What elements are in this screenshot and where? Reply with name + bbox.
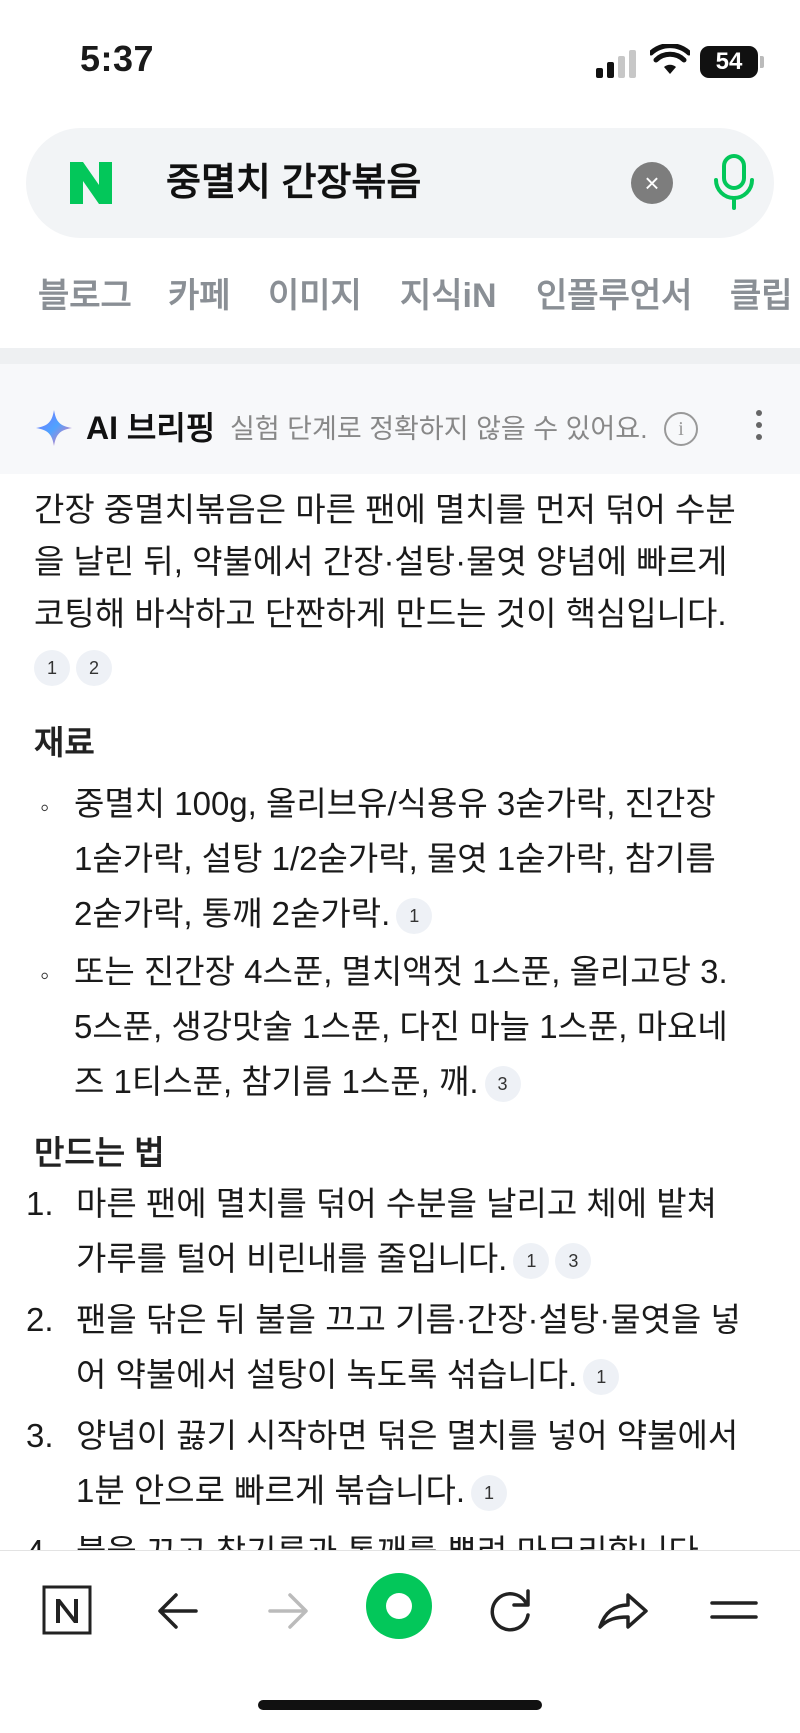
ingredient-line: 또는 진간장 4스푼, 멸치액젓 1스푼, 올리고당 3. [74, 953, 728, 990]
tab-clip[interactable]: 클립 [730, 268, 793, 317]
ingredient-line: 2숟가락, 통깨 2숟가락. 1 [74, 886, 774, 941]
info-icon[interactable]: i [664, 412, 698, 446]
search-bar[interactable]: 중멸치 간장볶음 × [26, 128, 774, 238]
summary-line: 코팅해 바삭하고 단짠하게 만드는 것이 핵심입니다. [34, 595, 727, 632]
tab-influencer[interactable]: 인플루언서 [536, 268, 692, 317]
citation-badge[interactable]: 1 [471, 1475, 507, 1512]
ai-sparkle-icon [36, 410, 72, 446]
citation-badge[interactable]: 1 [34, 650, 70, 686]
step-text: 1분 안으로 빠르게 볶습니다. [76, 1472, 465, 1509]
citation-badge[interactable]: 1 [396, 898, 433, 935]
step-line: 불을 끄고 참기름과 통깨를 뿌려 마무리합니다. [76, 1524, 776, 1550]
more-options-icon[interactable] [754, 410, 764, 444]
step-line: 양념이 끓기 시작하면 덖은 멸치를 넣어 약불에서 [76, 1417, 739, 1454]
step-line: 가루를 털어 비린내를 줄입니다. 1 3 [76, 1231, 776, 1286]
step-number: 3. [26, 1417, 54, 1454]
naver-logo-icon[interactable] [66, 158, 116, 208]
cellular-signal-icon [596, 48, 640, 78]
citation-badge[interactable]: 1 [583, 1359, 620, 1396]
ingredient-line: 1숟가락, 설탕 1/2숟가락, 물엿 1숟가락, 참기름 [74, 840, 716, 877]
search-query[interactable]: 중멸치 간장볶음 [166, 158, 421, 208]
step-number: 4. [26, 1524, 54, 1550]
bullet-icon: ◦ [40, 792, 50, 822]
summary-line: 을 날린 뒤, 약불에서 간장·설탕·물엿 양념에 빠르게 [34, 543, 728, 580]
wifi-icon [650, 44, 690, 74]
steps-heading: 만드는 법 [34, 1134, 165, 1171]
menu-icon[interactable] [704, 1579, 764, 1639]
home-indicator [258, 1700, 542, 1710]
ingredients-heading: 재료 [34, 724, 95, 761]
ingredient-line: 5스푼, 생강맛술 1스푼, 다진 마늘 1스푼, 마요네 [74, 1008, 728, 1045]
search-category-tabs: 블로그 카페 이미지 지식iN 인플루언서 클립 [0, 268, 800, 328]
citation-badge[interactable]: 1 [513, 1243, 550, 1280]
tab-knowledge-in[interactable]: 지식iN [400, 268, 497, 317]
tab-image[interactable]: 이미지 [268, 268, 362, 317]
ingredient-text: 즈 1티스푼, 참기름 1스푼, 깨. [74, 1063, 479, 1100]
step-line: 팬을 닦은 뒤 불을 끄고 기름·간장·설탕·물엿을 넣 [76, 1301, 741, 1338]
citation-badge[interactable]: 2 [76, 650, 112, 686]
ingredient-text: 2숟가락, 통깨 2숟가락. [74, 895, 391, 932]
ai-briefing-content: 간장 중멸치볶음은 마른 팬에 멸치를 먼저 덖어 수분 을 날린 뒤, 약불에… [0, 474, 800, 1550]
status-time: 5:37 [80, 38, 155, 79]
step-number: 1. [26, 1185, 54, 1222]
ai-briefing-header: AI 브리핑 실험 단계로 정확하지 않을 수 있어요. i [0, 364, 800, 474]
battery-icon: 54 [700, 46, 764, 78]
summary-line: 간장 중멸치볶음은 마른 팬에 멸치를 먼저 덖어 수분 [34, 491, 736, 528]
forward-arrow-icon[interactable] [258, 1579, 318, 1639]
bullet-icon: ◦ [40, 960, 50, 990]
green-dot-icon[interactable] [366, 1573, 432, 1639]
step-text: 가루를 털어 비린내를 줄입니다. [76, 1240, 508, 1277]
refresh-icon[interactable] [480, 1579, 540, 1639]
citation-badge[interactable]: 3 [484, 1066, 521, 1103]
citation-badge[interactable]: 3 [555, 1243, 592, 1280]
section-divider [0, 348, 800, 364]
ingredient-line: 중멸치 100g, 올리브유/식용유 3숟가락, 진간장 [74, 785, 716, 822]
status-bar: 5:37 54 [0, 0, 800, 120]
back-arrow-icon[interactable] [148, 1579, 208, 1639]
clear-search-button[interactable]: × [631, 162, 673, 204]
share-icon[interactable] [592, 1579, 652, 1639]
step-line: 1분 안으로 빠르게 볶습니다. 1 [76, 1463, 776, 1518]
summary-citations: 12 [34, 650, 118, 686]
ai-briefing-title: AI 브리핑 [86, 410, 216, 446]
step-number: 2. [26, 1301, 54, 1338]
ai-briefing-disclaimer: 실험 단계로 정확하지 않을 수 있어요. [230, 414, 648, 444]
tab-blog[interactable]: 블로그 [38, 268, 132, 317]
microphone-icon[interactable] [708, 152, 760, 212]
naver-home-icon[interactable] [38, 1579, 98, 1639]
step-text: 어 약불에서 설탕이 녹도록 섞습니다. [76, 1356, 578, 1393]
ingredient-line: 즈 1티스푼, 참기름 1스푼, 깨. 3 [74, 1054, 774, 1109]
step-line: 마른 팬에 멸치를 덖어 수분을 날리고 체에 밭쳐 [76, 1185, 718, 1222]
step-line: 어 약불에서 설탕이 녹도록 섞습니다. 1 [76, 1347, 776, 1402]
tab-cafe[interactable]: 카페 [168, 268, 231, 317]
